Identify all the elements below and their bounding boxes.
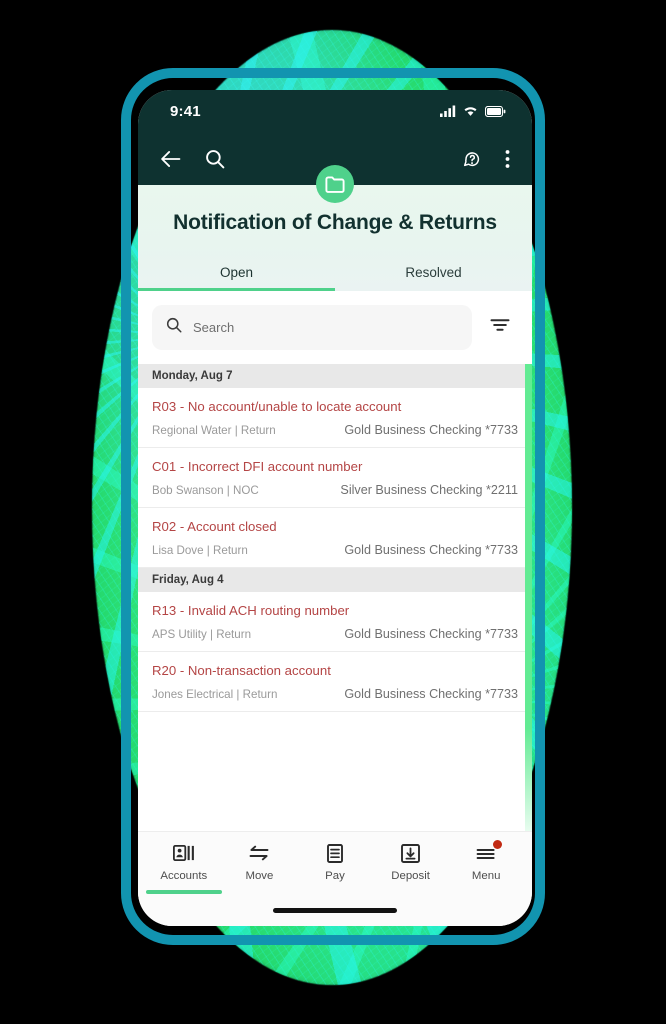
tab-resolved-label: Resolved — [405, 265, 462, 280]
list-scrollbar-thumb[interactable] — [525, 364, 532, 831]
nav-label-accounts: Accounts — [160, 870, 208, 882]
nav-label-menu: Menu — [471, 870, 501, 882]
list-item[interactable]: R20 - Non-transaction account Jones Elect… — [138, 652, 532, 712]
home-indicator — [273, 907, 397, 913]
list-item-meta: Regional Water | Return Gold Business Che… — [152, 423, 518, 437]
search-box[interactable] — [152, 305, 472, 350]
page-title: Notification of Change & Returns — [173, 211, 497, 234]
list-scrollbar[interactable] — [525, 364, 532, 831]
list-item[interactable]: R02 - Account closed Lisa Dove | Return Go… — [138, 508, 532, 568]
tab-open[interactable]: Open — [138, 265, 335, 291]
list-item[interactable]: R13 - Invalid ACH routing number APS Util… — [138, 592, 532, 652]
search-input[interactable] — [193, 320, 458, 335]
list-item-party-type: APS Utility | Return — [152, 628, 252, 641]
cellular-signal-icon — [440, 105, 456, 117]
list-item-title: R03 - No account/unable to locate accoun… — [152, 399, 402, 414]
transfer-arrows-icon — [248, 843, 270, 863]
list-item-party-type: Jones Electrical | Return — [152, 688, 278, 701]
search-icon[interactable] — [205, 149, 225, 169]
bottom-navigation: Accounts Move Pay Deposit Menu — [138, 831, 532, 894]
status-bar-time: 9:41 — [170, 102, 201, 120]
search-icon — [166, 317, 182, 338]
nav-item-deposit[interactable]: Deposit — [373, 843, 449, 894]
list-item-meta: Bob Swanson | NOC Silver Business Checkin… — [152, 483, 518, 497]
nav-label-deposit: Deposit — [391, 870, 430, 882]
search-row — [138, 291, 532, 364]
list-item-account: Gold Business Checking *7733 — [344, 687, 518, 701]
wifi-icon — [464, 107, 477, 116]
tab-resolved[interactable]: Resolved — [335, 265, 532, 291]
list-item-account: Silver Business Checking *2211 — [340, 483, 518, 497]
tab-bar: Open Resolved — [138, 265, 532, 291]
list-item[interactable]: C01 - Incorrect DFI account number Bob Sw… — [138, 448, 532, 508]
filter-icon[interactable] — [486, 313, 514, 342]
list-item-title: R20 - Non-transaction account — [152, 663, 331, 678]
folder-icon[interactable] — [316, 165, 354, 203]
app-bar — [138, 132, 532, 203]
list-item-title: C01 - Incorrect DFI account number — [152, 459, 363, 474]
pay-bill-icon — [327, 843, 343, 863]
deposit-download-icon — [401, 843, 421, 863]
list-item-meta: APS Utility | Return Gold Business Checki… — [152, 627, 518, 641]
list-item-title: R02 - Account closed — [152, 519, 277, 534]
nav-item-menu[interactable]: Menu — [448, 840, 524, 894]
more-vertical-icon[interactable] — [505, 149, 510, 169]
battery-icon — [485, 105, 506, 117]
list-item-title: R13 - Invalid ACH routing number — [152, 603, 350, 618]
menu-notification-badge — [493, 840, 503, 849]
phone-screen: 9:41 Notification of Change & Returns Op… — [138, 90, 532, 926]
tab-open-label: Open — [219, 265, 254, 280]
back-arrow-icon[interactable] — [160, 150, 181, 168]
list-date-header: Friday, Aug 4 — [138, 568, 532, 592]
list-item-party-type: Regional Water | Return — [152, 424, 276, 437]
list-item-party-type: Bob Swanson | NOC — [152, 484, 259, 497]
help-chat-icon[interactable] — [461, 148, 483, 170]
status-bar-icons — [440, 105, 506, 117]
list-item-account: Gold Business Checking *7733 — [344, 423, 518, 437]
menu-lines-icon — [475, 840, 503, 863]
list-item-account: Gold Business Checking *7733 — [344, 627, 518, 641]
list-item-meta: Jones Electrical | Return Gold Business C… — [152, 687, 518, 701]
list-item[interactable]: R03 - No account/unable to locate accoun… — [138, 388, 532, 448]
status-bar: 9:41 — [138, 90, 532, 132]
nav-label-move: Move — [245, 870, 274, 882]
nav-item-move[interactable]: Move — [222, 843, 298, 894]
nav-item-pay[interactable]: Pay — [297, 843, 373, 894]
accounts-card-icon — [172, 843, 195, 863]
notifications-list[interactable]: Monday, Aug 7 R03 - No account/unable to … — [138, 364, 532, 831]
nav-label-pay: Pay — [325, 870, 345, 882]
nav-active-indicator — [146, 890, 222, 894]
nav-item-accounts[interactable]: Accounts — [146, 843, 222, 894]
home-indicator-zone — [138, 894, 532, 926]
list-item-meta: Lisa Dove | Return Gold Business Checking… — [152, 543, 518, 557]
list-item-party-type: Lisa Dove | Return — [152, 544, 248, 557]
list-item-account: Gold Business Checking *7733 — [344, 543, 518, 557]
list-date-header: Monday, Aug 7 — [138, 364, 532, 388]
